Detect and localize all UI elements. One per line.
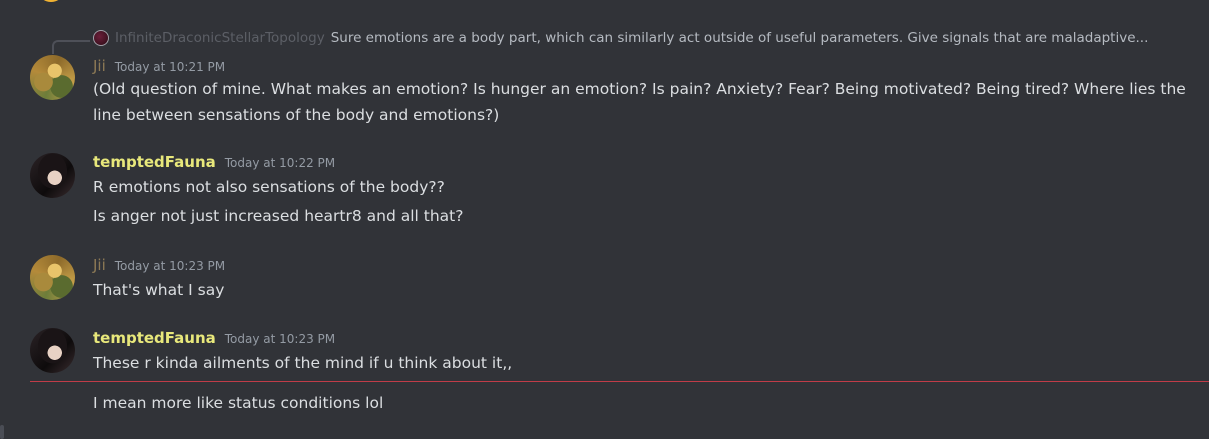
message-header: Jii Today at 10:21 PM	[93, 57, 225, 75]
message-header: Jii Today at 10:23 PM	[93, 256, 225, 274]
author-name[interactable]: temptedFauna	[93, 329, 216, 347]
message-text: R emotions not also sensations of the bo…	[93, 178, 445, 196]
scrollbar[interactable]	[0, 425, 4, 439]
message-text: I mean more like status conditions lol	[93, 394, 384, 412]
message-header: temptedFauna Today at 10:22 PM	[93, 153, 335, 171]
author-name[interactable]: Jii	[93, 57, 106, 75]
author-name[interactable]: Jii	[93, 256, 106, 274]
avatar[interactable]	[30, 153, 75, 198]
message-text: These r kinda ailments of the mind if u …	[93, 354, 513, 372]
avatar[interactable]	[30, 55, 75, 100]
author-name[interactable]: temptedFauna	[93, 153, 216, 171]
timestamp[interactable]: Today at 10:23 PM	[115, 259, 225, 273]
avatar[interactable]	[30, 255, 75, 300]
message-header: temptedFauna Today at 10:23 PM	[93, 329, 335, 347]
message-text: Is anger not just increased heartr8 and …	[93, 207, 464, 225]
previous-avatar[interactable]	[40, 0, 62, 2]
reply-preview[interactable]: InfiniteDraconicStellarTopology Sure emo…	[93, 28, 1193, 48]
reply-text[interactable]: Sure emotions are a body part, which can…	[331, 30, 1149, 46]
message-text: (Old question of mine. What makes an emo…	[93, 80, 1186, 124]
timestamp[interactable]: Today at 10:23 PM	[225, 332, 335, 346]
new-messages-divider	[30, 381, 1209, 382]
message-text: That's what I say	[93, 281, 225, 299]
timestamp[interactable]: Today at 10:22 PM	[225, 156, 335, 170]
reply-connector	[52, 34, 90, 56]
reply-author[interactable]: InfiniteDraconicStellarTopology	[115, 30, 325, 46]
avatar[interactable]	[30, 328, 75, 373]
reply-avatar[interactable]	[93, 30, 109, 46]
timestamp[interactable]: Today at 10:21 PM	[115, 60, 225, 74]
reply-spine	[52, 40, 90, 54]
